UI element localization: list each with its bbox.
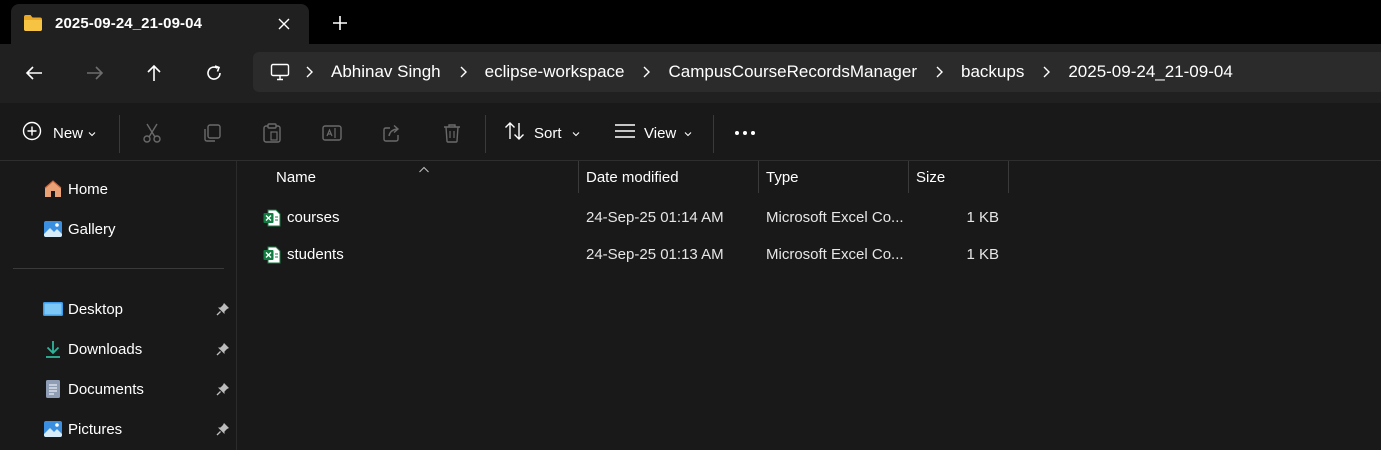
- tab-title: 2025-09-24_21-09-04: [55, 15, 203, 32]
- forward-arrow-icon[interactable]: [80, 58, 110, 88]
- chevron-right-icon[interactable]: [921, 52, 957, 92]
- copy-icon[interactable]: [201, 117, 223, 149]
- sort-label: Sort: [534, 124, 562, 142]
- sidebar-divider: [13, 268, 224, 269]
- desktop-icon: [43, 299, 63, 319]
- navigation-pane: Home Gallery Desktop Downloads Documents: [0, 161, 237, 450]
- chevron-right-icon[interactable]: [628, 52, 664, 92]
- file-type: Microsoft Excel Co...: [766, 245, 904, 263]
- file-list: Name Date modified Type Size courses 24-…: [238, 161, 1381, 450]
- file-date-modified: 24-Sep-25 01:14 AM: [586, 208, 724, 226]
- toolbar-divider: [119, 115, 120, 153]
- paste-icon[interactable]: [261, 117, 283, 149]
- back-arrow-icon[interactable]: [19, 58, 49, 88]
- breadcrumb-item[interactable]: backups: [957, 62, 1028, 82]
- sidebar-item-home[interactable]: Home: [43, 177, 233, 201]
- toolbar-divider: [713, 115, 714, 153]
- file-date-modified: 24-Sep-25 01:13 AM: [586, 245, 724, 263]
- plus-circle-icon: [22, 121, 42, 146]
- sidebar-item-desktop[interactable]: Desktop: [43, 297, 233, 321]
- address-bar[interactable]: Abhinav Singh eclipse-workspace CampusCo…: [253, 52, 1381, 92]
- sidebar-item-pictures[interactable]: Pictures: [43, 417, 233, 441]
- close-icon[interactable]: [273, 13, 295, 35]
- folder-icon: [23, 14, 43, 37]
- table-row[interactable]: students 24-Sep-25 01:13 AM Microsoft Ex…: [238, 237, 1381, 271]
- rename-icon[interactable]: [321, 117, 343, 149]
- chevron-right-icon[interactable]: [291, 52, 327, 92]
- chevron-down-icon: [88, 124, 96, 142]
- excel-file-icon: [263, 209, 281, 232]
- gallery-icon: [43, 219, 63, 239]
- toolbar-divider: [485, 115, 486, 153]
- sidebar-item-gallery[interactable]: Gallery: [43, 217, 233, 241]
- column-divider[interactable]: [758, 161, 759, 193]
- breadcrumb-item[interactable]: Abhinav Singh: [327, 62, 445, 82]
- sidebar-item-label: Home: [68, 180, 109, 198]
- up-arrow-icon[interactable]: [139, 58, 169, 88]
- cut-icon[interactable]: [141, 117, 163, 149]
- sort-button[interactable]: Sort: [504, 117, 580, 149]
- sidebar-item-documents[interactable]: Documents: [43, 377, 233, 401]
- downloads-icon: [43, 339, 63, 359]
- file-size: 1 KB: [966, 208, 999, 226]
- sidebar-item-label: Pictures: [68, 420, 123, 438]
- breadcrumb-item-current[interactable]: 2025-09-24_21-09-04: [1064, 62, 1236, 82]
- file-name: courses: [287, 208, 340, 226]
- refresh-icon[interactable]: [199, 58, 229, 88]
- view-button[interactable]: View: [614, 117, 692, 149]
- pin-icon[interactable]: [216, 382, 230, 401]
- plus-icon[interactable]: [327, 10, 353, 36]
- sidebar-item-label: Downloads: [68, 340, 143, 358]
- title-bar: 2025-09-24_21-09-04: [0, 0, 1381, 44]
- navigation-bar: Abhinav Singh eclipse-workspace CampusCo…: [0, 44, 1381, 103]
- chevron-down-icon: [572, 124, 580, 142]
- chevron-right-icon[interactable]: [445, 52, 481, 92]
- sort-icon: [504, 121, 526, 146]
- view-icon: [614, 123, 636, 144]
- breadcrumb: Abhinav Singh eclipse-workspace CampusCo…: [269, 52, 1237, 92]
- view-label: View: [644, 124, 677, 142]
- this-pc-icon[interactable]: [269, 52, 291, 92]
- sidebar-item-downloads[interactable]: Downloads: [43, 337, 233, 361]
- sidebar-item-label: Desktop: [68, 300, 124, 318]
- pin-icon[interactable]: [216, 302, 230, 321]
- file-type: Microsoft Excel Co...: [766, 208, 904, 226]
- command-bar: New Sort View: [0, 103, 1381, 161]
- table-row[interactable]: courses 24-Sep-25 01:14 AM Microsoft Exc…: [238, 200, 1381, 234]
- sort-ascending-icon: [418, 161, 430, 179]
- column-header-name[interactable]: Name: [276, 161, 316, 193]
- new-button[interactable]: New: [22, 117, 96, 149]
- chevron-down-icon: [684, 124, 692, 142]
- sidebar-item-label: Documents: [68, 380, 144, 398]
- pin-icon[interactable]: [216, 422, 230, 441]
- pictures-icon: [43, 419, 63, 439]
- breadcrumb-item[interactable]: CampusCourseRecordsManager: [664, 62, 921, 82]
- column-divider[interactable]: [1008, 161, 1009, 193]
- chevron-right-icon[interactable]: [1028, 52, 1064, 92]
- more-icon[interactable]: [734, 117, 756, 149]
- home-icon: [43, 179, 63, 199]
- active-tab[interactable]: 2025-09-24_21-09-04: [11, 4, 309, 44]
- breadcrumb-item[interactable]: eclipse-workspace: [481, 62, 629, 82]
- column-divider[interactable]: [908, 161, 909, 193]
- column-header-size[interactable]: Size: [916, 161, 945, 193]
- pin-icon[interactable]: [216, 342, 230, 361]
- delete-icon[interactable]: [441, 117, 463, 149]
- column-header-date-modified[interactable]: Date modified: [586, 161, 679, 193]
- documents-icon: [43, 379, 63, 399]
- column-header-type[interactable]: Type: [766, 161, 799, 193]
- excel-file-icon: [263, 246, 281, 269]
- file-name: students: [287, 245, 344, 263]
- sidebar-item-label: Gallery: [68, 220, 116, 238]
- new-label: New: [53, 124, 84, 142]
- file-size: 1 KB: [966, 245, 999, 263]
- column-divider[interactable]: [578, 161, 579, 193]
- share-icon[interactable]: [381, 117, 403, 149]
